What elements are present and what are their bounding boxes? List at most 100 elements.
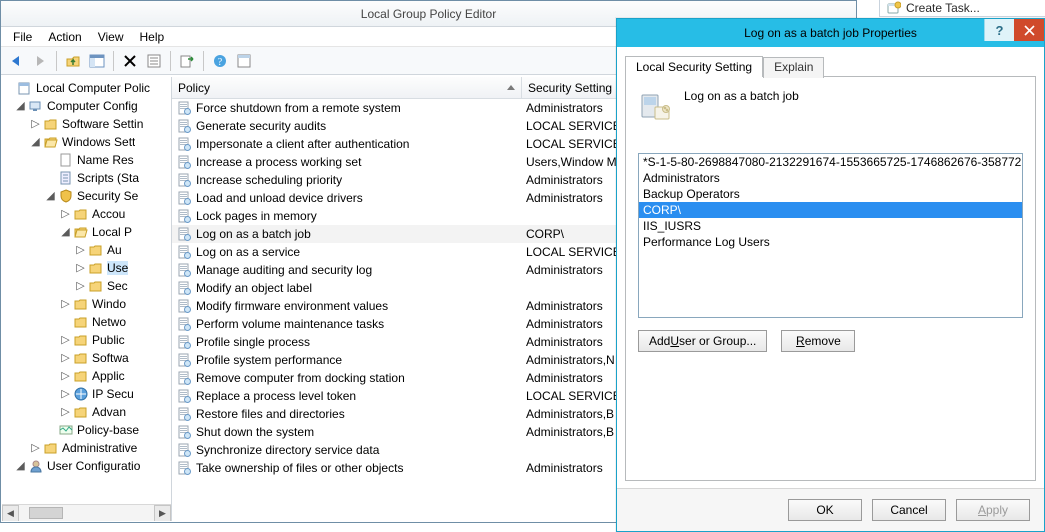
member-item[interactable]: Administrators	[639, 170, 1022, 186]
nav-forward-button[interactable]	[29, 50, 51, 72]
up-level-button[interactable]	[62, 50, 84, 72]
expand-toggle[interactable]: ▷	[30, 117, 41, 130]
scroll-track[interactable]	[19, 505, 154, 522]
ok-button[interactable]: OK	[788, 499, 862, 521]
create-task-icon	[887, 1, 901, 15]
expand-toggle[interactable]: ▷	[75, 261, 86, 274]
expand-toggle[interactable]: ▷	[60, 333, 71, 346]
tree-software-restriction[interactable]: Softwa	[92, 351, 129, 365]
security-settings-icon	[58, 188, 74, 204]
console-tree[interactable]: Local Computer Polic ◢ Computer Config ▷ S…	[2, 77, 171, 475]
show-hide-tree-button[interactable]	[86, 50, 108, 72]
tree-windows-settings[interactable]: Windows Sett	[62, 135, 135, 149]
nav-back-button[interactable]	[5, 50, 27, 72]
folder-icon	[73, 404, 89, 420]
policy-name: Take ownership of files or other objects	[196, 461, 403, 475]
policy-item-icon	[176, 406, 192, 422]
policy-name: Profile system performance	[196, 353, 342, 367]
policy-item-icon	[176, 172, 192, 188]
dialog-title-bar[interactable]: Log on as a batch job Properties ?	[617, 19, 1044, 47]
cancel-button[interactable]: Cancel	[872, 499, 946, 521]
member-item[interactable]: IIS_IUSRS	[639, 218, 1022, 234]
remove-button[interactable]: Remove	[781, 330, 855, 352]
folder-open-icon	[73, 224, 89, 240]
expand-toggle[interactable]: ▷	[60, 387, 71, 400]
scroll-right-button[interactable]: ▶	[154, 505, 171, 522]
member-item[interactable]: CORP\	[639, 202, 1022, 218]
tree-admin-templates[interactable]: Administrative	[62, 441, 137, 455]
add-user-group-button[interactable]: Add User or Group...	[638, 330, 767, 352]
member-item[interactable]: *S-1-5-80-2698847080-2132291674-15536657…	[639, 154, 1022, 170]
tree-app-control[interactable]: Applic	[92, 369, 125, 383]
dialog-help-button[interactable]: ?	[984, 19, 1014, 41]
tree-scripts[interactable]: Scripts (Sta	[77, 171, 139, 185]
tree-computer-config[interactable]: Computer Config	[47, 99, 138, 113]
expand-toggle[interactable]: ▷	[75, 279, 86, 292]
folder-icon	[73, 350, 89, 366]
menu-view[interactable]: View	[90, 29, 132, 45]
refresh-button[interactable]	[233, 50, 255, 72]
tree-security-settings[interactable]: Security Se	[77, 189, 138, 203]
tab-explain[interactable]: Explain	[763, 57, 824, 78]
menu-help[interactable]: Help	[132, 29, 173, 45]
properties-dialog: Log on as a batch job Properties ? Local…	[616, 18, 1045, 532]
expand-toggle[interactable]: ◢	[45, 189, 56, 202]
tree-windows-firewall[interactable]: Windo	[92, 297, 126, 311]
expand-toggle[interactable]: ◢	[60, 225, 71, 238]
policy-item-icon	[176, 100, 192, 116]
tree-ip-security[interactable]: IP Secu	[92, 387, 134, 401]
expand-toggle[interactable]: ▷	[60, 297, 71, 310]
tree-software-settings[interactable]: Software Settin	[62, 117, 143, 131]
scroll-thumb[interactable]	[29, 507, 63, 519]
tree-horizontal-scrollbar[interactable]: ◀ ▶	[2, 504, 171, 521]
tree-audit-policy[interactable]: Au	[107, 243, 122, 257]
tree-advanced-audit[interactable]: Advan	[92, 405, 126, 419]
member-item[interactable]: Performance Log Users	[639, 234, 1022, 250]
tree-policy-based-qos[interactable]: Policy-base	[77, 423, 139, 437]
export-list-button[interactable]	[176, 50, 198, 72]
window-title: Local Group Policy Editor	[361, 7, 496, 21]
tree-root[interactable]: Local Computer Polic	[36, 81, 150, 95]
scroll-left-button[interactable]: ◀	[2, 505, 19, 522]
tree-public-key[interactable]: Public	[92, 333, 125, 347]
expand-toggle[interactable]: ▷	[60, 351, 71, 364]
policy-item-icon	[176, 460, 192, 476]
expand-toggle[interactable]: ▷	[30, 441, 41, 454]
folder-open-icon	[43, 134, 59, 150]
expand-toggle[interactable]: ▷	[60, 405, 71, 418]
properties-button[interactable]	[143, 50, 165, 72]
expand-toggle[interactable]: ◢	[15, 459, 26, 472]
tree-account-policies[interactable]: Accou	[92, 207, 125, 221]
folder-icon	[73, 296, 89, 312]
scripts-icon	[58, 170, 74, 186]
policy-name: Lock pages in memory	[196, 209, 317, 223]
policy-item-icon	[176, 298, 192, 314]
user-config-icon	[28, 458, 44, 474]
expand-toggle[interactable]: ▷	[60, 207, 71, 220]
column-policy[interactable]: Policy	[172, 77, 522, 98]
tree-user-rights[interactable]: Use	[107, 261, 128, 275]
help-button[interactable]: ?	[209, 50, 231, 72]
members-listbox[interactable]: *S-1-5-80-2698847080-2132291674-15536657…	[638, 153, 1023, 318]
tab-local-security-setting[interactable]: Local Security Setting	[625, 56, 763, 77]
tree-local-policies[interactable]: Local P	[92, 225, 132, 239]
expand-toggle[interactable]: ◢	[30, 135, 41, 148]
policy-item-icon	[176, 280, 192, 296]
policy-item-icon	[176, 244, 192, 260]
expand-toggle[interactable]: ◢	[15, 99, 26, 112]
expand-toggle[interactable]: ▷	[75, 243, 86, 256]
tree-network-list[interactable]: Netwo	[92, 315, 126, 329]
policy-item-icon	[176, 208, 192, 224]
menu-file[interactable]: File	[5, 29, 40, 45]
tree-user-config[interactable]: User Configuratio	[47, 459, 140, 473]
menu-action[interactable]: Action	[40, 29, 89, 45]
member-item[interactable]: Backup Operators	[639, 186, 1022, 202]
tree-security-options[interactable]: Sec	[107, 279, 128, 293]
delete-button[interactable]	[119, 50, 141, 72]
apply-button[interactable]: Apply	[956, 499, 1030, 521]
expand-toggle[interactable]: ▷	[60, 369, 71, 382]
create-task-menu-item[interactable]: Create Task...	[879, 0, 1045, 17]
policy-name: Generate security audits	[196, 119, 326, 133]
dialog-close-button[interactable]	[1014, 19, 1044, 41]
tree-name-resolution[interactable]: Name Res	[77, 153, 134, 167]
